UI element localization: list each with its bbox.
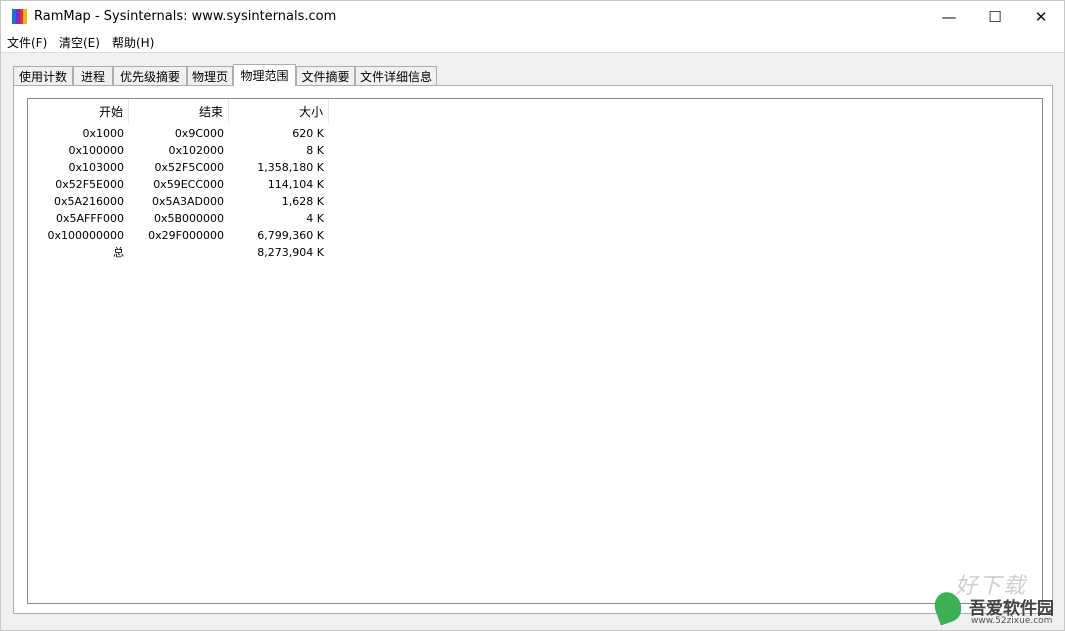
close-icon: ✕	[1034, 7, 1048, 26]
cell-size: 1,628 K	[281, 195, 324, 208]
column-header-size[interactable]: 大小	[229, 100, 329, 123]
tab-processes[interactable]: 进程	[73, 66, 113, 85]
tab-file-summary[interactable]: 文件摘要	[296, 66, 355, 85]
watermark-url: www.52zixue.com	[971, 616, 1053, 626]
minimize-icon: —	[941, 7, 957, 26]
rammap-app-icon	[12, 9, 27, 24]
cell-total-label: 总	[113, 246, 124, 259]
menu-help[interactable]: 帮助(H)	[112, 34, 154, 51]
cell-start: 0x52F5E000	[55, 178, 124, 191]
cell-size: 1,358,180 K	[257, 161, 324, 174]
tab-use-counts[interactable]: 使用计数	[13, 66, 73, 85]
close-button[interactable]: ✕	[1018, 1, 1064, 32]
cell-start: 0x5A216000	[53, 195, 124, 208]
title-bar[interactable]: RamMap - Sysinternals: www.sysinternals.…	[1, 1, 1064, 32]
tab-physical-ranges[interactable]: 物理范围	[233, 64, 296, 86]
window-title: RamMap - Sysinternals: www.sysinternals.…	[34, 9, 337, 24]
maximize-icon: ☐	[988, 7, 1002, 26]
cell-end	[129, 244, 229, 261]
tab-priority-summary[interactable]: 优先级摘要	[113, 66, 187, 85]
table-row[interactable]: 0x5A216000 0x5A3AD000 1,628 K	[28, 193, 348, 210]
cell-size: 114,104 K	[267, 178, 324, 191]
maximize-button[interactable]: ☐	[972, 1, 1018, 32]
cell-start: 0x100000000	[47, 229, 125, 242]
table-row[interactable]: 0x100000 0x102000 8 K	[28, 142, 348, 159]
physical-ranges-panel: 开始 结束 大小 0x1000 0x9C000 620 K 0x100000 0…	[13, 85, 1053, 614]
cell-end: 0x5A3AD000	[151, 195, 224, 208]
cell-end: 0x102000	[168, 144, 225, 157]
tab-physical-pages[interactable]: 物理页	[187, 66, 233, 85]
cell-size: 620 K	[292, 127, 324, 140]
menu-file[interactable]: 文件(F)	[7, 34, 47, 51]
cell-size: 8 K	[306, 144, 324, 157]
table-row[interactable]: 0x52F5E000 0x59ECC000 114,104 K	[28, 176, 348, 193]
cell-start: 0x5AFFF000	[55, 212, 124, 225]
minimize-button[interactable]: —	[926, 1, 972, 32]
column-header-end[interactable]: 结束	[129, 100, 229, 123]
app-window: RamMap - Sysinternals: www.sysinternals.…	[0, 0, 1065, 631]
menu-bar: 文件(F) 清空(E) 帮助(H)	[1, 32, 1064, 53]
cell-end: 0x52F5C000	[154, 161, 224, 174]
table-row[interactable]: 0x5AFFF000 0x5B000000 4 K	[28, 210, 348, 227]
cell-end: 0x5B000000	[153, 212, 224, 225]
tab-file-details[interactable]: 文件详细信息	[355, 66, 437, 85]
watermark: 好下载 吾爱软件园 www.52zixue.com	[925, 570, 1065, 631]
cell-end: 0x9C000	[174, 127, 224, 140]
table-row[interactable]: 0x100000000 0x29F000000 6,799,360 K	[28, 227, 348, 244]
menu-empty[interactable]: 清空(E)	[59, 34, 100, 51]
table-row[interactable]: 0x1000 0x9C000 620 K	[28, 125, 348, 142]
column-header-start[interactable]: 开始	[28, 100, 129, 123]
cell-end: 0x29F000000	[148, 229, 224, 242]
cell-start: 0x103000	[68, 161, 125, 174]
cell-start: 0x1000	[82, 127, 124, 140]
cell-start: 0x100000	[68, 144, 125, 157]
cell-end: 0x59ECC000	[153, 178, 224, 191]
cell-size: 4 K	[306, 212, 324, 225]
physical-ranges-list[interactable]: 开始 结束 大小 0x1000 0x9C000 620 K 0x100000 0…	[27, 98, 1043, 604]
cell-size: 6,799,360 K	[257, 229, 324, 242]
table-row[interactable]: 0x103000 0x52F5C000 1,358,180 K	[28, 159, 348, 176]
table-row-total[interactable]: 总 8,273,904 K	[28, 244, 348, 261]
cell-total-size: 8,273,904 K	[257, 246, 324, 259]
